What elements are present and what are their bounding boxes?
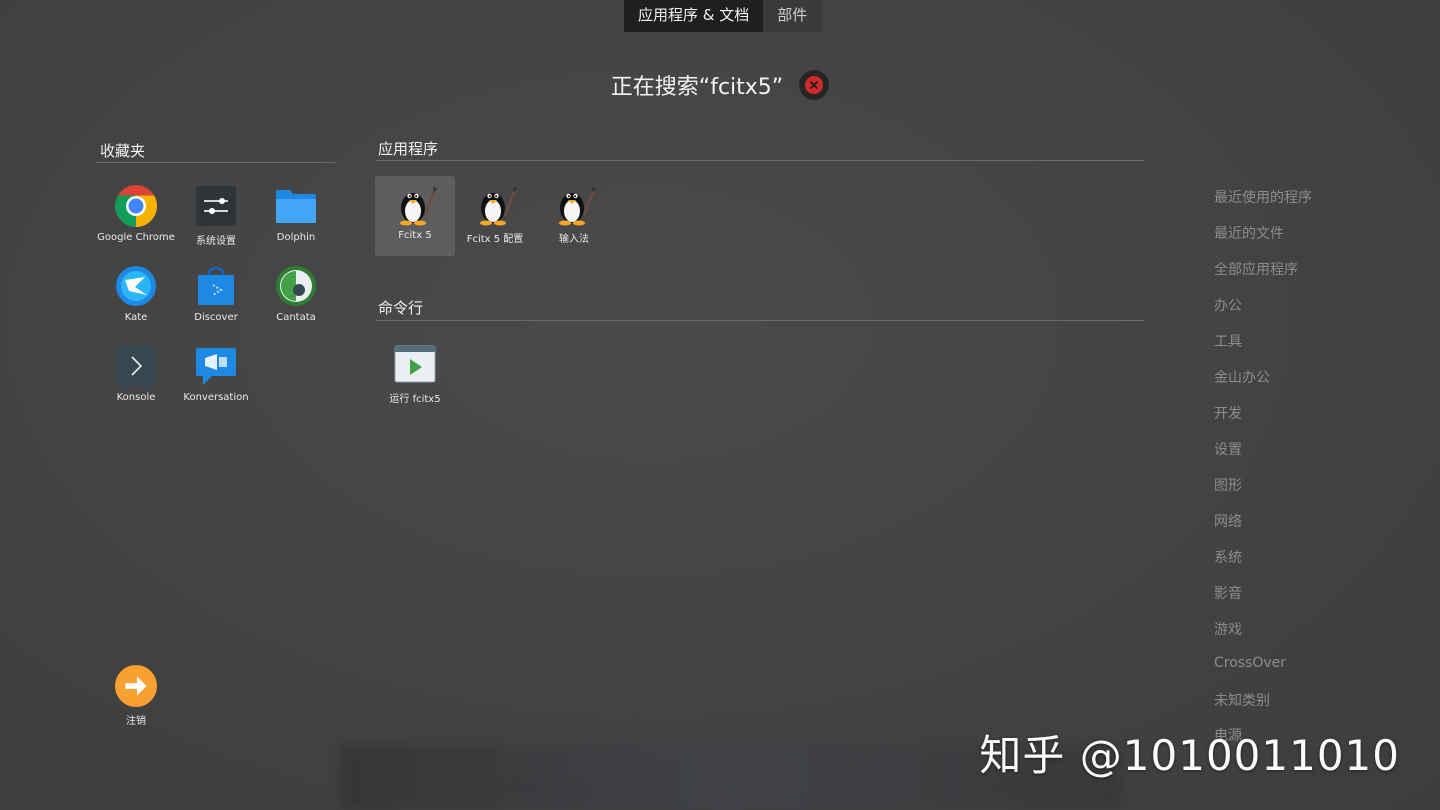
tile-label: Google Chrome	[97, 232, 175, 243]
command-run-fcitx5[interactable]: 运行 fcitx5	[375, 336, 455, 416]
penguin-icon	[473, 182, 517, 226]
category-tools[interactable]: 工具	[1214, 331, 1242, 351]
cantata-icon	[274, 264, 318, 308]
tile-label: 运行 fcitx5	[389, 394, 441, 405]
kate-icon	[114, 264, 158, 308]
search-title: 正在搜索“fcitx5”	[610, 75, 784, 100]
category-unknown[interactable]: 未知类别	[1214, 690, 1270, 710]
tab-widgets[interactable]: 部件	[763, 0, 822, 32]
close-icon	[805, 76, 824, 94]
category-system[interactable]: 系统	[1214, 547, 1242, 567]
favorite-kate[interactable]: Kate	[96, 258, 176, 338]
favorite-system-settings[interactable]: 系统设置	[176, 178, 256, 258]
folder-icon	[274, 184, 318, 228]
chat-icon	[194, 344, 238, 388]
tile-label: Konversation	[183, 392, 249, 403]
app-fcitx5[interactable]: Fcitx 5	[375, 176, 455, 256]
chrome-icon	[114, 184, 158, 228]
tile-label: Fcitx 5	[398, 230, 432, 241]
discover-bag-icon	[194, 264, 238, 308]
logout-button[interactable]: 注销	[96, 658, 176, 738]
tile-label: 注销	[126, 716, 146, 727]
app-fcitx5-config[interactable]: Fcitx 5 配置	[455, 176, 535, 256]
favorite-konsole[interactable]: Konsole	[96, 338, 176, 418]
favorites-divider	[96, 162, 335, 163]
tile-label: 输入法	[559, 234, 589, 245]
category-internet[interactable]: 网络	[1214, 511, 1242, 531]
favorites-title: 收藏夹	[100, 142, 146, 160]
tile-label: Dolphin	[276, 232, 316, 243]
system-settings-icon	[194, 184, 238, 228]
category-recent-files[interactable]: 最近的文件	[1214, 223, 1284, 243]
category-graphics[interactable]: 图形	[1214, 475, 1242, 495]
favorite-cantata[interactable]: Cantata	[256, 258, 336, 338]
tab-bar: 应用程序 & 文档 部件	[624, 0, 822, 32]
tile-label: 系统设置	[196, 236, 236, 247]
applications-divider	[376, 160, 1144, 161]
category-development[interactable]: 开发	[1214, 403, 1242, 423]
watermark: 知乎 @1010011010	[979, 731, 1400, 780]
category-all-apps[interactable]: 全部应用程序	[1214, 259, 1298, 279]
search-header: 正在搜索“fcitx5”	[0, 68, 1440, 102]
favorite-discover[interactable]: Discover	[176, 258, 256, 338]
category-wps-office[interactable]: 金山办公	[1214, 367, 1270, 387]
favorite-konversation[interactable]: Konversation	[176, 338, 256, 418]
arrow-right-icon	[114, 664, 158, 708]
favorite-google-chrome[interactable]: Google Chrome	[96, 178, 176, 258]
run-icon	[393, 342, 437, 386]
category-settings[interactable]: 设置	[1214, 439, 1242, 459]
penguin-icon	[393, 182, 437, 226]
category-recent-apps[interactable]: 最近使用的程序	[1214, 187, 1312, 207]
category-office[interactable]: 办公	[1214, 295, 1242, 315]
category-crossover[interactable]: CrossOver	[1214, 655, 1286, 671]
tile-label: Kate	[124, 312, 148, 323]
command-line-title: 命令行	[378, 299, 424, 317]
tile-label: Discover	[194, 312, 238, 323]
terminal-icon	[114, 344, 158, 388]
tile-label: Fcitx 5 配置	[466, 234, 524, 245]
penguin-icon	[552, 182, 596, 226]
command-line-divider	[376, 320, 1144, 321]
clear-search-button[interactable]	[799, 70, 830, 100]
tab-apps-docs[interactable]: 应用程序 & 文档	[624, 0, 764, 32]
app-input-method[interactable]: 输入法	[534, 176, 614, 256]
category-games[interactable]: 游戏	[1214, 619, 1242, 639]
tile-label: Cantata	[276, 312, 316, 323]
favorite-dolphin[interactable]: Dolphin	[256, 178, 336, 258]
applications-title: 应用程序	[378, 140, 439, 158]
tile-label: Konsole	[116, 392, 156, 403]
category-multimedia[interactable]: 影音	[1214, 583, 1242, 603]
